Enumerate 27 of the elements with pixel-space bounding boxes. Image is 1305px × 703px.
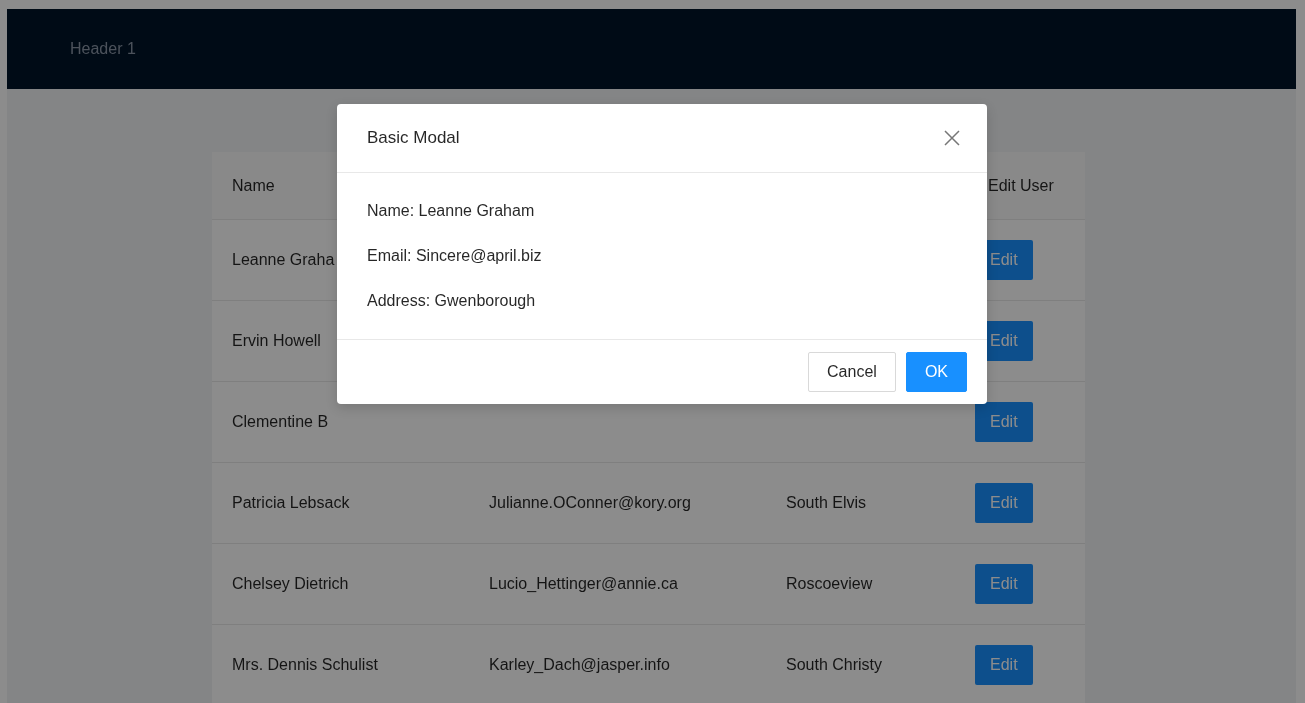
name-cell: Clementine B	[232, 413, 329, 431]
close-button[interactable]	[943, 129, 961, 147]
name-cell: Chelsey Dietrich	[232, 575, 349, 593]
name-cell: Leanne Graha	[232, 251, 335, 269]
edit-button[interactable]: Edit	[975, 645, 1033, 685]
header-title: Header 1	[70, 40, 136, 58]
name-cell: Patricia Lebsack	[232, 494, 350, 512]
email-cell: Karley_Dach@jasper.info	[489, 656, 670, 674]
email-cell: Lucio_Hettinger@annie.ca	[489, 575, 678, 593]
address-cell: South Christy	[786, 656, 883, 674]
name-cell: Mrs. Dennis Schulist	[232, 656, 378, 674]
column-header: Edit User	[988, 176, 1054, 195]
edit-button[interactable]: Edit	[975, 483, 1033, 523]
edit-button[interactable]: Edit	[975, 564, 1033, 604]
name-cell: Ervin Howell	[232, 332, 321, 350]
cancel-button[interactable]: Cancel	[808, 352, 896, 392]
edit-button[interactable]: Edit	[975, 402, 1033, 442]
ok-button[interactable]: OK	[905, 352, 967, 392]
column-header: Name	[232, 176, 275, 195]
address-cell: South Elvis	[786, 494, 867, 512]
modal-title: Basic Modal	[367, 128, 460, 148]
modal-text-line: Name: Leanne Graham	[367, 201, 536, 221]
email-cell: Julianne.OConner@kory.org	[489, 494, 691, 512]
close-icon	[943, 129, 961, 147]
address-cell: Roscoeview	[786, 575, 873, 593]
modal-text-line: Email: Sincere@april.biz	[367, 246, 543, 266]
modal-text-line: Address: Gwenborough	[367, 291, 537, 311]
